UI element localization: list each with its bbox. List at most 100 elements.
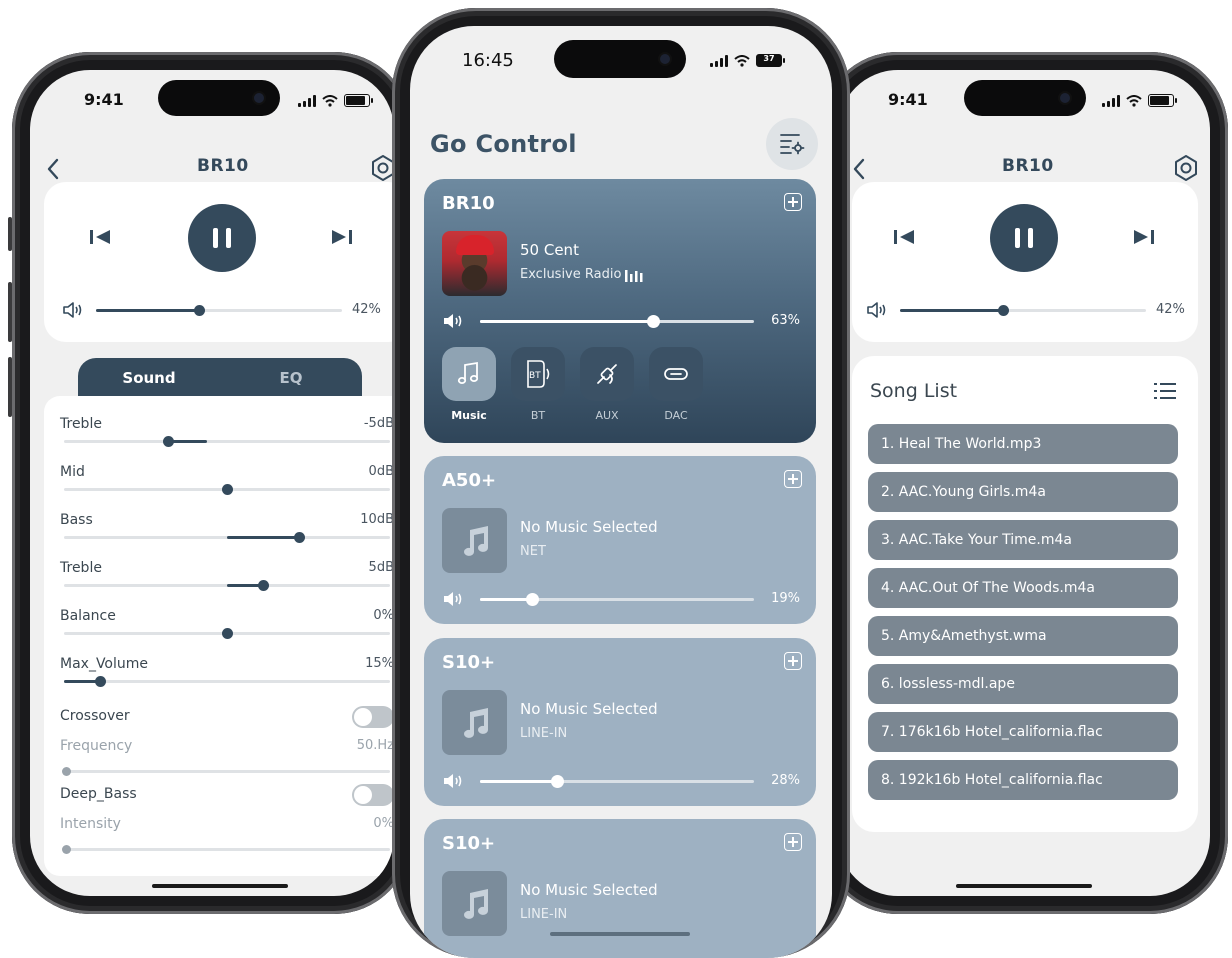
add-group-icon[interactable] [784,193,802,211]
device-card-s10-2[interactable]: S10+ No Music Selected LINE-IN [424,819,816,958]
back-icon[interactable] [46,158,60,180]
volume-icon [444,774,462,788]
slider-knob[interactable] [94,676,106,687]
device-card-s10-1[interactable]: S10+ No Music Selected LINE-IN 28% [424,638,816,806]
song-item[interactable]: 8. 192k16b Hotel_california.flac [868,760,1178,800]
battery-icon: 37 [756,54,785,67]
status-icons [298,94,373,107]
volume-slider[interactable] [96,305,342,316]
status-time: 9:41 [84,90,124,109]
volume-slider-knob[interactable] [194,305,206,316]
frequency-label: Frequency [60,738,133,754]
balance-slider[interactable] [64,628,390,639]
deep-bass-toggle[interactable] [352,784,394,806]
song-item[interactable]: 4. AAC.Out Of The Woods.m4a [868,568,1178,608]
next-icon[interactable] [1130,227,1156,247]
intensity-slider[interactable] [62,845,390,854]
tab-eq[interactable]: EQ [220,358,362,400]
eq-label: Mid [60,464,85,480]
status-time: 9:41 [888,90,928,109]
crossover-toggle[interactable] [352,706,394,728]
eq-row-balance: Balance 0% [60,608,394,648]
source-dac-button[interactable] [649,347,703,401]
room-settings-button[interactable] [766,118,818,170]
home-indicator [152,884,288,888]
bluetooth-icon: BT [527,360,550,388]
status-time: 16:45 [462,50,514,71]
device-card-a50[interactable]: A50+ No Music Selected NET 19% [424,456,816,624]
add-group-icon[interactable] [784,833,802,851]
add-group-icon[interactable] [784,652,802,670]
song-item[interactable]: 5. Amy&Amethyst.wma [868,616,1178,656]
source-name: LINE-IN [520,726,568,741]
volume-slider-knob[interactable] [998,305,1010,316]
volume-slider[interactable] [480,775,754,788]
eq-value: 0% [373,608,394,623]
volume-slider[interactable] [480,593,754,606]
add-group-icon[interactable] [784,470,802,488]
eq-label: Treble [60,560,102,576]
slider-knob[interactable] [163,436,175,447]
volume-slider-knob[interactable] [526,593,540,606]
device-name: A50+ [442,470,497,491]
intensity-label: Intensity [60,816,121,832]
home-indicator [956,884,1092,888]
settings-icon[interactable] [1173,154,1199,182]
settings-icon[interactable] [370,154,394,182]
music-note-icon [464,526,488,556]
slider-knob[interactable] [222,484,233,495]
song-item[interactable]: 7. 176k16b Hotel_california.flac [868,712,1178,752]
status-icons [1102,94,1177,107]
device-title: BR10 [197,156,249,176]
source-bt-button[interactable]: BT [511,347,565,401]
song-list-card: Song List 1. Heal The World.mp3 2. AAC.Y… [852,356,1198,832]
list-icon[interactable] [1154,382,1176,400]
volume-slider[interactable] [900,305,1146,316]
volume-up-button [8,282,12,342]
back-icon[interactable] [852,158,866,180]
bass-slider[interactable] [64,532,390,543]
song-item[interactable]: 6. lossless-mdl.ape [868,664,1178,704]
album-art-placeholder [442,871,507,936]
song-item[interactable]: 2. AAC.Young Girls.m4a [868,472,1178,512]
song-item[interactable]: 3. AAC.Take Your Time.m4a [868,520,1178,560]
pause-button[interactable] [990,204,1058,272]
mid-slider[interactable] [64,484,390,495]
wifi-icon [1126,94,1142,107]
frequency-slider[interactable] [62,767,390,776]
previous-icon[interactable] [88,227,114,247]
slider-knob[interactable] [62,845,72,854]
signal-icon [710,54,728,67]
source-aux-button[interactable] [580,347,634,401]
volume-icon [444,314,462,328]
battery-icon [1148,94,1177,107]
device-card-br10[interactable]: BR10 50 Cent Exclusive Radio 63% BT Musi… [424,179,816,443]
aux-cable-icon [597,364,617,384]
slider-knob[interactable] [222,628,233,639]
next-icon[interactable] [328,227,354,247]
max-volume-slider[interactable] [64,676,390,687]
treble-2-slider[interactable] [64,580,390,591]
pause-button[interactable] [188,204,256,272]
eq-label: Bass [60,512,93,528]
song-item[interactable]: 1. Heal The World.mp3 [868,424,1178,464]
slider-knob[interactable] [62,767,72,776]
device-name: BR10 [442,193,495,214]
tab-sound[interactable]: Sound [78,358,220,400]
crossover-label: Crossover [60,708,130,724]
treble-slider[interactable] [64,436,390,447]
page-title: Go Control [430,130,577,158]
status-icons: 37 [710,54,785,67]
volume-slider-knob[interactable] [550,775,564,788]
source-music-button[interactable] [442,347,496,401]
volume-percent: 42% [352,302,381,317]
dynamic-island [554,40,686,78]
volume-slider[interactable] [480,315,754,328]
volume-slider-knob[interactable] [646,315,660,328]
eq-value: 0dB [368,464,394,479]
eq-value: 15% [365,656,394,671]
slider-knob[interactable] [257,580,269,591]
slider-knob[interactable] [293,532,305,543]
previous-icon[interactable] [892,227,918,247]
volume-percent: 19% [771,591,800,606]
